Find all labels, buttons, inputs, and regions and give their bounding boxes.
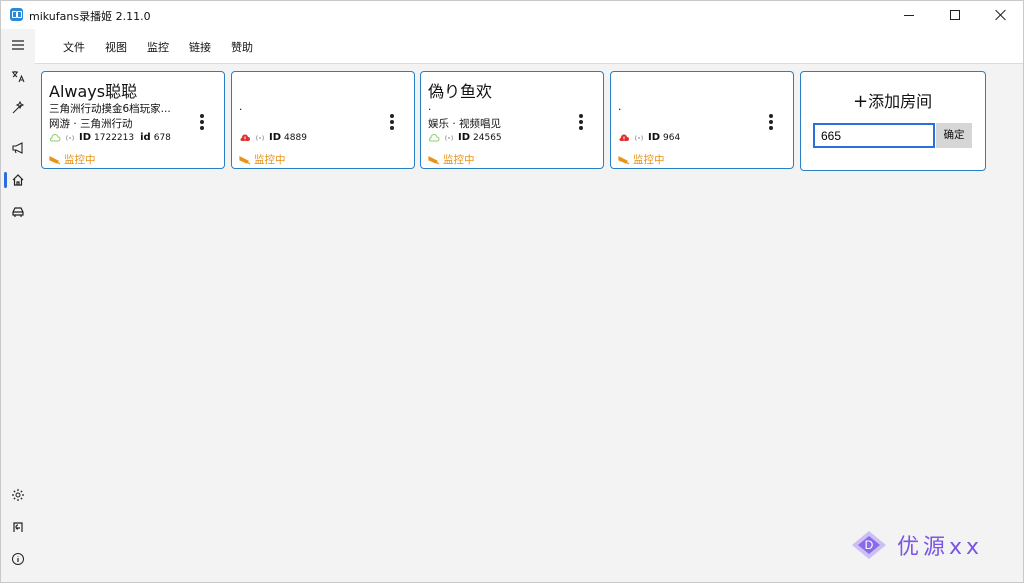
camera-icon: [239, 155, 251, 164]
minimize-icon: [904, 14, 914, 16]
cloud-ok-icon: [429, 133, 440, 141]
room-area: 娱乐 · 视频唱见: [428, 118, 502, 130]
sidebar-item-vehicle[interactable]: [1, 199, 35, 225]
translate-icon: [12, 71, 25, 83]
sidebar: [1, 29, 35, 582]
monitor-label: 监控中: [254, 154, 286, 166]
close-button[interactable]: [978, 1, 1024, 29]
cloud-ok-icon: [50, 133, 61, 141]
sidebar-item-language[interactable]: [1, 63, 35, 89]
home-icon: [12, 174, 24, 186]
car-icon: [12, 207, 24, 217]
room-id: 964: [663, 132, 681, 143]
wand-icon: [12, 101, 25, 114]
confirm-button[interactable]: 确定: [936, 123, 972, 148]
broadcast-icon: [255, 134, 265, 141]
room-card[interactable]: . ID 964 监控中: [610, 71, 794, 169]
room-id: 1722213: [94, 132, 135, 143]
room-subtitle: .: [239, 101, 243, 113]
menu-view[interactable]: 视图: [105, 39, 127, 55]
room-card[interactable]: Always聪聪 三角洲行动摸金6档玩家... 网游 · 三角洲行动 ID 17…: [41, 71, 225, 169]
menu-links[interactable]: 链接: [189, 39, 211, 55]
monitor-status: 监控中: [428, 152, 475, 167]
close-icon: [995, 9, 1007, 21]
broadcast-icon: [65, 134, 75, 141]
minimize-button[interactable]: [886, 1, 932, 29]
id-label: ID: [269, 132, 282, 143]
window-title: mikufans录播姬 2.11.0: [29, 10, 151, 23]
room-subtitle: .: [618, 101, 622, 113]
room-card[interactable]: 偽り鱼欢 . 娱乐 · 视频唱见 ID 24565 监控中: [420, 71, 604, 169]
room-status: ID 1722213 id 678: [49, 132, 171, 143]
info-icon: [12, 553, 24, 565]
menu-file[interactable]: 文件: [63, 39, 85, 55]
menu-toggle-button[interactable]: [1, 32, 35, 58]
monitor-label: 监控中: [443, 154, 475, 166]
sidebar-item-home[interactable]: [1, 167, 35, 193]
sidebar-item-settings[interactable]: [1, 482, 35, 508]
gear-icon: [12, 489, 24, 501]
monitor-label: 监控中: [64, 154, 96, 166]
room-area: 网游 · 三角洲行动: [49, 118, 133, 130]
monitor-status: 监控中: [49, 152, 96, 167]
diamond-logo-icon: D: [852, 531, 886, 559]
more-options-button[interactable]: [388, 114, 396, 132]
sidebar-item-announcement[interactable]: [1, 135, 35, 161]
camera-icon: [49, 155, 61, 164]
camera-icon: [618, 155, 630, 164]
more-options-button[interactable]: [198, 114, 206, 132]
room-status: ID 24565: [428, 132, 502, 143]
hamburger-icon: [12, 40, 24, 50]
app-logo-icon: [10, 8, 23, 21]
room-id-input[interactable]: [813, 123, 935, 148]
room-title: Always聪聪: [49, 82, 138, 101]
room-subtitle: 三角洲行动摸金6档玩家...: [49, 103, 171, 115]
room-id: 4889: [284, 132, 307, 143]
id-label: ID: [648, 132, 661, 143]
broadcast-icon: [634, 134, 644, 141]
room-id: 24565: [473, 132, 502, 143]
id-label: ID: [79, 132, 92, 143]
megaphone-icon: [12, 142, 23, 154]
menu-sponsor[interactable]: 赞助: [231, 39, 253, 55]
camera-icon: [428, 155, 440, 164]
add-room-title: +添加房间: [853, 91, 933, 112]
room-grid: Always聪聪 三角洲行动摸金6档玩家... 网游 · 三角洲行动 ID 17…: [35, 64, 1023, 582]
plus-icon: +: [853, 91, 869, 112]
id-label: ID: [458, 132, 471, 143]
menu-bar: 文件 视图 监控 链接 赞助: [35, 29, 1023, 64]
maximize-button[interactable]: [932, 1, 978, 29]
sidebar-item-about[interactable]: [1, 546, 35, 572]
sidebar-item-tools[interactable]: [1, 95, 35, 121]
add-room-card: +添加房间 确定: [800, 71, 986, 171]
monitor-status: 监控中: [239, 152, 286, 167]
cloud-error-icon: [240, 133, 250, 141]
room-title: 偽り鱼欢: [428, 82, 493, 101]
app-window: mikufans录播姬 2.11.0 文件 视图 监控 链接 赞助 Always…: [0, 0, 1024, 583]
short-id: 678: [153, 132, 171, 143]
room-subtitle: .: [428, 101, 432, 113]
monitor-status: 监控中: [618, 152, 665, 167]
more-options-button[interactable]: [577, 114, 585, 132]
menu-monitor[interactable]: 监控: [147, 39, 169, 55]
svg-text:D: D: [865, 538, 874, 552]
short-id-label: id: [140, 132, 151, 143]
broadcast-icon: [444, 134, 454, 141]
sidebar-item-toolbox[interactable]: [1, 514, 35, 540]
room-status: ID 4889: [239, 132, 307, 143]
more-options-button[interactable]: [767, 114, 775, 132]
monitor-label: 监控中: [633, 154, 665, 166]
room-card[interactable]: . ID 4889 监控中: [231, 71, 415, 169]
watermark: D 优源xx: [849, 529, 983, 561]
maximize-icon: [950, 10, 960, 20]
room-status: ID 964: [618, 132, 680, 143]
cloud-error-icon: [619, 133, 629, 141]
title-bar: mikufans录播姬 2.11.0: [1, 1, 1023, 29]
watermark-text: 优源xx: [897, 535, 984, 560]
toolbox-icon: [13, 522, 23, 532]
